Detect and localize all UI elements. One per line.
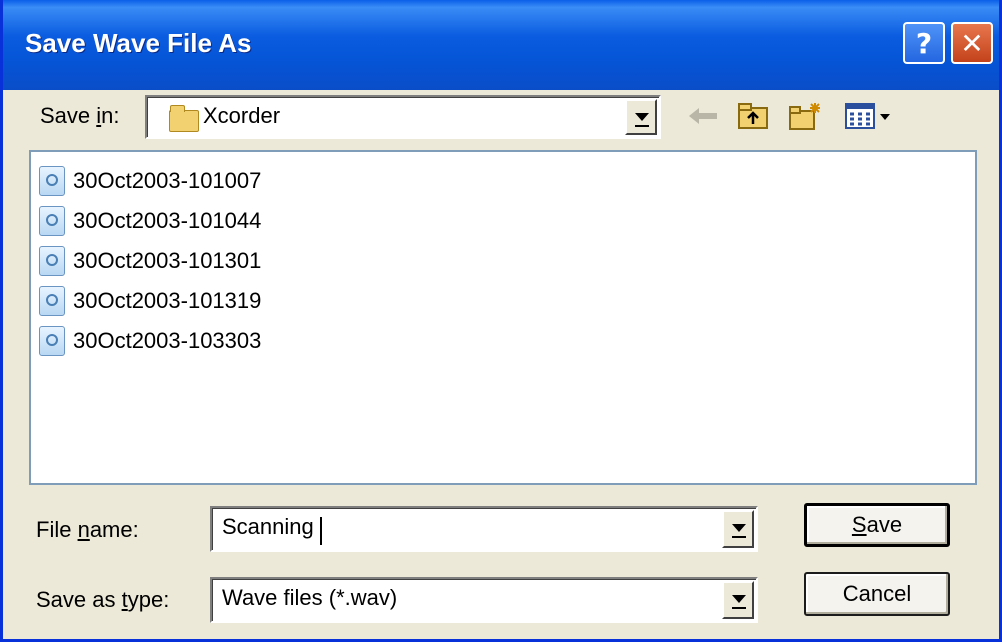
list-item[interactable]: 30Oct2003-101007 [39, 164, 261, 198]
file-name-text: 30Oct2003-101007 [73, 168, 262, 193]
close-button[interactable]: ✕ [951, 22, 993, 64]
file-name-label: File name: [36, 517, 139, 542]
file-name-text: 30Oct2003-101044 [73, 208, 262, 233]
cancel-button[interactable]: Cancel [804, 572, 950, 616]
file-name-dropdown-button[interactable] [722, 510, 754, 548]
view-menu-icon[interactable] [839, 96, 899, 136]
wave-file-icon [39, 246, 65, 276]
save-in-dropdown-button[interactable] [625, 99, 657, 135]
folder-icon [169, 105, 199, 132]
save-button[interactable]: Save [804, 503, 950, 547]
list-item[interactable]: 30Oct2003-101044 [39, 204, 261, 238]
save-in-value: Xcorder [203, 103, 281, 128]
text-caret [320, 517, 322, 545]
list-item[interactable]: 30Oct2003-101301 [39, 244, 261, 278]
save-as-type-dropdown-button[interactable] [722, 581, 754, 619]
wave-file-icon [39, 326, 65, 356]
file-name-text: 30Oct2003-101319 [73, 288, 262, 313]
wave-file-icon [39, 166, 65, 196]
new-folder-icon[interactable] [785, 96, 825, 136]
up-folder-icon[interactable] [733, 96, 773, 136]
save-as-type-label: Save as type: [36, 587, 170, 612]
save-dialog-window: Save Wave File As ? ✕ Save in: Xcorder 3… [0, 0, 1002, 642]
dialog-title: Save Wave File As [25, 28, 252, 58]
back-arrow-icon[interactable] [683, 96, 723, 136]
file-name-text: 30Oct2003-101301 [73, 248, 262, 273]
list-item[interactable]: 30Oct2003-103303 [39, 324, 261, 358]
wave-file-icon [39, 286, 65, 316]
file-name-value: Scanning [222, 514, 314, 539]
save-as-type-select[interactable]: Wave files (*.wav) [210, 577, 758, 623]
save-in-label: Save in: [40, 103, 120, 128]
file-name-field[interactable]: Scanning [210, 506, 758, 552]
wave-file-icon [39, 206, 65, 236]
save-as-type-value: Wave files (*.wav) [222, 585, 398, 610]
list-item[interactable]: 30Oct2003-101319 [39, 284, 261, 318]
save-in-combo[interactable]: Xcorder [145, 95, 661, 139]
help-button[interactable]: ? [903, 22, 945, 64]
file-name-text: 30Oct2003-103303 [73, 328, 262, 353]
file-list[interactable]: 30Oct2003-101007 30Oct2003-101044 30Oct2… [29, 150, 977, 485]
title-bar[interactable]: Save Wave File As ? ✕ [3, 0, 999, 90]
